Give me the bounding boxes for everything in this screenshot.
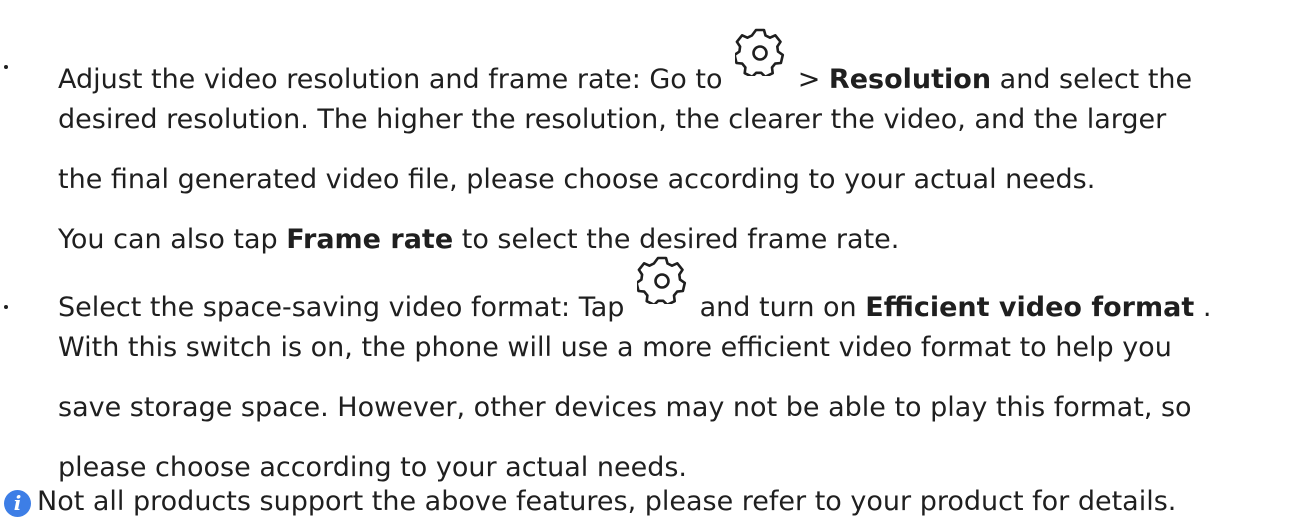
bullet-dot	[4, 65, 8, 69]
text-span: .	[1202, 292, 1212, 323]
bold-term-frame-rate: Frame rate	[286, 224, 454, 255]
text-span: >	[797, 64, 829, 95]
text-line: save storage space. However, other devic…	[58, 392, 1192, 423]
text-line: With this switch is on, the phone will u…	[58, 332, 1172, 363]
bold-term-efficient-video-format: Efficient video format	[865, 292, 1195, 323]
info-icon: i	[4, 490, 31, 517]
text-span: and turn on	[699, 292, 866, 323]
gear-icon	[637, 256, 687, 304]
text-line: You can also tap Frame rate to select th…	[58, 220, 899, 260]
info-note: i Not all products support the above feat…	[4, 482, 1176, 522]
bold-term-resolution: Resolution	[828, 64, 992, 95]
text-line: desired resolution. The higher the resol…	[58, 104, 1167, 135]
text-span: to select the desired frame rate.	[461, 224, 900, 255]
text-line: Select the space-saving video format: Ta…	[58, 256, 1212, 328]
text-line: Adjust the video resolution and frame ra…	[58, 28, 1193, 100]
gear-icon	[735, 28, 785, 76]
bullet-dot	[4, 305, 8, 309]
text-span: Select the space-saving video format: Ta…	[58, 292, 625, 323]
note-text: Not all products support the above featu…	[37, 486, 1177, 517]
text-span: Adjust the video resolution and frame ra…	[58, 64, 723, 95]
document-body: Adjust the video resolution and frame ra…	[0, 0, 1304, 526]
text-span: You can also tap	[58, 224, 287, 255]
text-line: the final generated video file, please c…	[58, 164, 1096, 195]
text-span: and select the	[999, 64, 1193, 95]
